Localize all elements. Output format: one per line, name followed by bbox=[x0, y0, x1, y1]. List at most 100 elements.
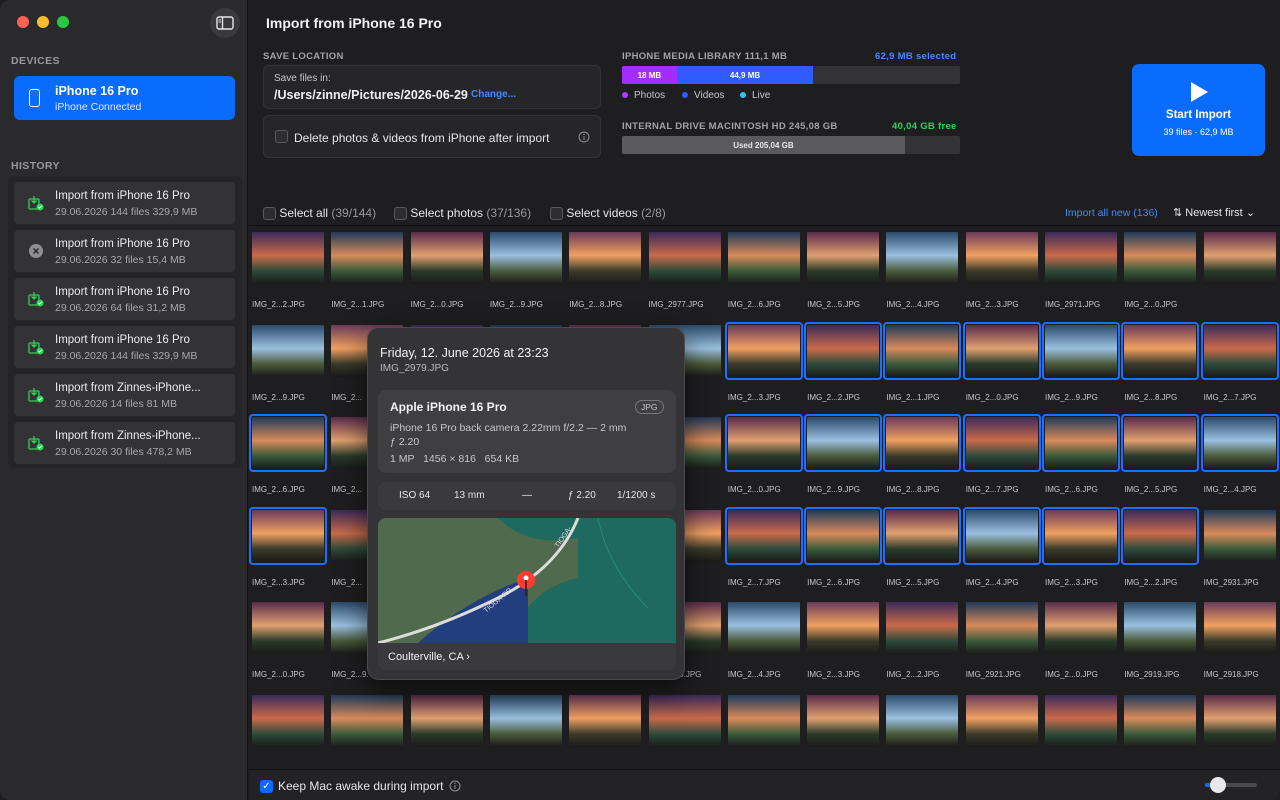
photo-thumbnail bbox=[331, 694, 404, 747]
photos-segment: 18 MB bbox=[622, 66, 677, 84]
photo-tile[interactable]: IMG_2...3.JPG bbox=[724, 319, 803, 404]
photo-tile[interactable]: IMG_2...8.JPG bbox=[883, 411, 962, 496]
photo-tile[interactable]: IMG_2...1.JPG bbox=[328, 226, 404, 311]
select-photos-control[interactable]: Select photos (37/136) bbox=[394, 206, 531, 221]
history-item[interactable]: Import from iPhone 16 Pro 29.06.2026 64 f… bbox=[14, 278, 235, 320]
photo-tile[interactable]: IMG_2...0.JPG bbox=[249, 596, 324, 681]
photo-tile[interactable]: IMG_2...2.JPG bbox=[249, 226, 324, 311]
photo-tile[interactable] bbox=[487, 689, 562, 770]
photo-tile[interactable] bbox=[963, 689, 1038, 770]
history-item[interactable]: Import from iPhone 16 Pro 29.06.2026 144 … bbox=[14, 182, 235, 224]
photo-tile[interactable]: IMG_2...3.JPG bbox=[1042, 504, 1120, 589]
photo-tile[interactable]: IMG_2...4.JPG bbox=[725, 596, 800, 681]
photo-tile[interactable]: IMG_2919.JPG bbox=[1121, 596, 1197, 681]
photo-tile[interactable]: IMG_2...7.JPG bbox=[962, 411, 1041, 496]
sort-menu[interactable]: ⇅ Newest first ⌄ bbox=[1173, 206, 1255, 219]
select-videos-control[interactable]: Select videos (2/8) bbox=[550, 206, 666, 221]
sidebar-toggle-button[interactable] bbox=[210, 8, 240, 38]
zoom-slider[interactable] bbox=[1205, 777, 1257, 793]
history-item[interactable]: Import from Zinnes-iPhone... 29.06.2026 3… bbox=[14, 422, 235, 464]
photo-tile[interactable] bbox=[328, 689, 404, 770]
zoom-window-button[interactable] bbox=[57, 16, 69, 28]
history-heading: HISTORY bbox=[11, 160, 60, 172]
photo-tile[interactable]: IMG_2...7.JPG bbox=[1200, 319, 1279, 404]
photo-tile[interactable]: IMG_2...7.JPG bbox=[724, 504, 803, 589]
photo-tile[interactable]: IMG_2...9.JPG bbox=[487, 226, 562, 311]
photo-tile[interactable] bbox=[883, 689, 959, 770]
photo-tile[interactable]: IMG_2...2.JPG bbox=[1121, 504, 1200, 589]
photo-tile[interactable]: IMG_2...3.JPG bbox=[963, 226, 1038, 311]
photo-tile[interactable]: IMG_2...0.JPG bbox=[1121, 226, 1197, 311]
photo-tile[interactable]: IMG_2...0.JPG bbox=[724, 411, 803, 496]
import-all-new-link[interactable]: Import all new (136) bbox=[1065, 207, 1158, 219]
photo-tile[interactable]: IMG_2...4.JPG bbox=[883, 226, 959, 311]
photo-tile[interactable] bbox=[804, 689, 880, 770]
delete-option-box: Delete photos & videos from iPhone after… bbox=[263, 115, 601, 158]
photo-thumbnail bbox=[1200, 414, 1279, 472]
select-all-control[interactable]: Select all (39/144) bbox=[263, 206, 376, 221]
photo-tile[interactable]: IMG_2...9.JPG bbox=[249, 319, 324, 404]
location-name[interactable]: Coulterville, CA › bbox=[388, 651, 470, 663]
history-item[interactable]: Import from iPhone 16 Pro 29.06.2026 144 … bbox=[14, 326, 235, 368]
photo-tile[interactable] bbox=[1121, 689, 1197, 770]
import-window: DEVICES iPhone 16 Pro iPhone Connected H… bbox=[0, 0, 1280, 800]
zoom-slider-knob[interactable] bbox=[1210, 777, 1226, 793]
photo-tile[interactable] bbox=[725, 689, 800, 770]
history-item[interactable]: Import from Zinnes-iPhone... 29.06.2026 1… bbox=[14, 374, 235, 416]
photo-tile[interactable]: IMG_2...5.JPG bbox=[883, 504, 962, 589]
photo-tile[interactable]: IMG_2...4.JPG bbox=[1200, 411, 1279, 496]
delete-after-import-checkbox[interactable] bbox=[275, 130, 288, 143]
photo-tile[interactable]: IMG_2...8.JPG bbox=[1121, 319, 1200, 404]
photo-tile[interactable]: IMG_2...0.JPG bbox=[962, 319, 1041, 404]
photo-tile[interactable]: IMG_2...3.JPG bbox=[249, 504, 327, 589]
photo-filename: IMG_2919.JPG bbox=[1124, 670, 1180, 679]
photo-tile[interactable]: IMG_2...3.JPG bbox=[804, 596, 880, 681]
photo-tile[interactable]: IMG_2...6.JPG bbox=[249, 411, 327, 496]
photo-tile[interactable]: IMG_2977.JPG bbox=[646, 226, 721, 311]
photo-tile[interactable]: IMG_2...9.JPG bbox=[1042, 319, 1120, 404]
minimize-window-button[interactable] bbox=[37, 16, 49, 28]
photo-tile[interactable]: IMG_2...1.JPG bbox=[883, 319, 962, 404]
photo-thumbnail bbox=[727, 694, 800, 747]
photo-tile[interactable] bbox=[566, 689, 642, 770]
photo-filename: IMG_2...2.JPG bbox=[886, 670, 940, 679]
photo-filename: IMG_2...0.JPG bbox=[1045, 670, 1098, 679]
photo-tile[interactable]: IMG_2...6.JPG bbox=[725, 226, 800, 311]
photo-tile[interactable]: IMG_2...0.JPG bbox=[1042, 596, 1117, 681]
photo-tile[interactable]: IMG_2921.JPG bbox=[963, 596, 1038, 681]
select-videos-checkbox[interactable] bbox=[550, 207, 563, 221]
photo-tile[interactable]: IMG_2...6.JPG bbox=[804, 504, 883, 589]
photo-tile[interactable]: IMG_2...2.JPG bbox=[883, 596, 959, 681]
photo-tile[interactable]: IMG_2...5.JPG bbox=[1121, 411, 1200, 496]
keep-awake-info-icon[interactable] bbox=[449, 780, 461, 792]
select-photos-checkbox[interactable] bbox=[394, 207, 407, 221]
info-icon[interactable] bbox=[578, 131, 590, 143]
start-import-button[interactable]: Start Import 39 files · 62,9 MB bbox=[1132, 64, 1265, 156]
photo-tile[interactable] bbox=[1201, 689, 1276, 770]
photo-tile[interactable] bbox=[408, 689, 483, 770]
history-item[interactable]: Import from iPhone 16 Pro 29.06.2026 32 f… bbox=[14, 230, 235, 272]
change-location-link[interactable]: Change... bbox=[471, 89, 516, 100]
photo-tile[interactable]: IMG_2971.JPG bbox=[1042, 226, 1117, 311]
photo-tile[interactable]: IMG_2...9.JPG bbox=[804, 411, 883, 496]
select-all-checkbox[interactable] bbox=[263, 207, 276, 221]
photo-tile[interactable] bbox=[1201, 226, 1276, 311]
location-map[interactable]: TIOGA-RD TIOGA- bbox=[378, 518, 676, 645]
photo-tile[interactable] bbox=[1042, 689, 1117, 770]
photo-tile[interactable]: IMG_2...2.JPG bbox=[804, 319, 883, 404]
keep-awake-checkbox[interactable]: ✓ bbox=[260, 780, 273, 793]
photo-tile[interactable]: IMG_2...0.JPG bbox=[408, 226, 483, 311]
photo-tile[interactable]: IMG_2...6.JPG bbox=[1042, 411, 1120, 496]
close-window-button[interactable] bbox=[17, 16, 29, 28]
drive-heading: INTERNAL DRIVE MACINTOSH HD 245,08 GB bbox=[622, 121, 838, 132]
photo-tile[interactable]: IMG_2...8.JPG bbox=[566, 226, 642, 311]
device-item-iphone[interactable]: iPhone 16 Pro iPhone Connected bbox=[14, 76, 235, 120]
photo-tile[interactable]: IMG_2931.JPG bbox=[1201, 504, 1276, 589]
photo-tile[interactable] bbox=[646, 689, 721, 770]
photo-tile[interactable]: IMG_2...5.JPG bbox=[804, 226, 880, 311]
photo-tile[interactable]: IMG_2...4.JPG bbox=[962, 504, 1041, 589]
photo-tile[interactable]: IMG_2918.JPG bbox=[1201, 596, 1276, 681]
chevron-right-icon: › bbox=[466, 651, 470, 663]
photo-tile[interactable] bbox=[249, 689, 324, 770]
keep-awake-label: Keep Mac awake during import bbox=[278, 779, 444, 793]
